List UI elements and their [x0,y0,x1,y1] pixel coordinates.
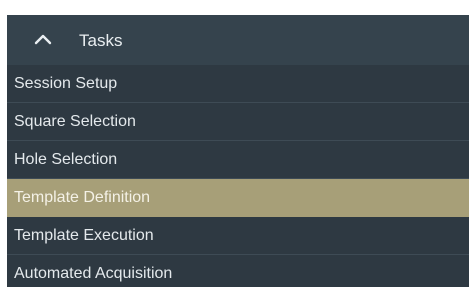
task-item-label: Square Selection [14,112,136,130]
task-list: Session Setup Square Selection Hole Sele… [7,65,469,287]
tasks-panel: Tasks Session Setup Square Selection Hol… [7,15,469,287]
task-item-automated-acquisition[interactable]: Automated Acquisition [7,255,469,287]
task-item-label: Automated Acquisition [14,264,173,282]
task-item-template-definition[interactable]: Template Definition [7,179,469,217]
tasks-title: Tasks [79,31,123,50]
task-item-label: Template Execution [14,226,154,244]
chevron-up-icon[interactable] [34,33,52,45]
task-item-square-selection[interactable]: Square Selection [7,103,469,141]
task-item-template-execution[interactable]: Template Execution [7,217,469,255]
task-item-label: Hole Selection [14,150,118,168]
task-item-hole-selection[interactable]: Hole Selection [7,141,469,179]
task-item-label: Session Setup [14,74,118,92]
task-item-label: Template Definition [14,188,151,206]
tasks-header[interactable]: Tasks [7,15,469,65]
task-item-session-setup[interactable]: Session Setup [7,65,469,103]
